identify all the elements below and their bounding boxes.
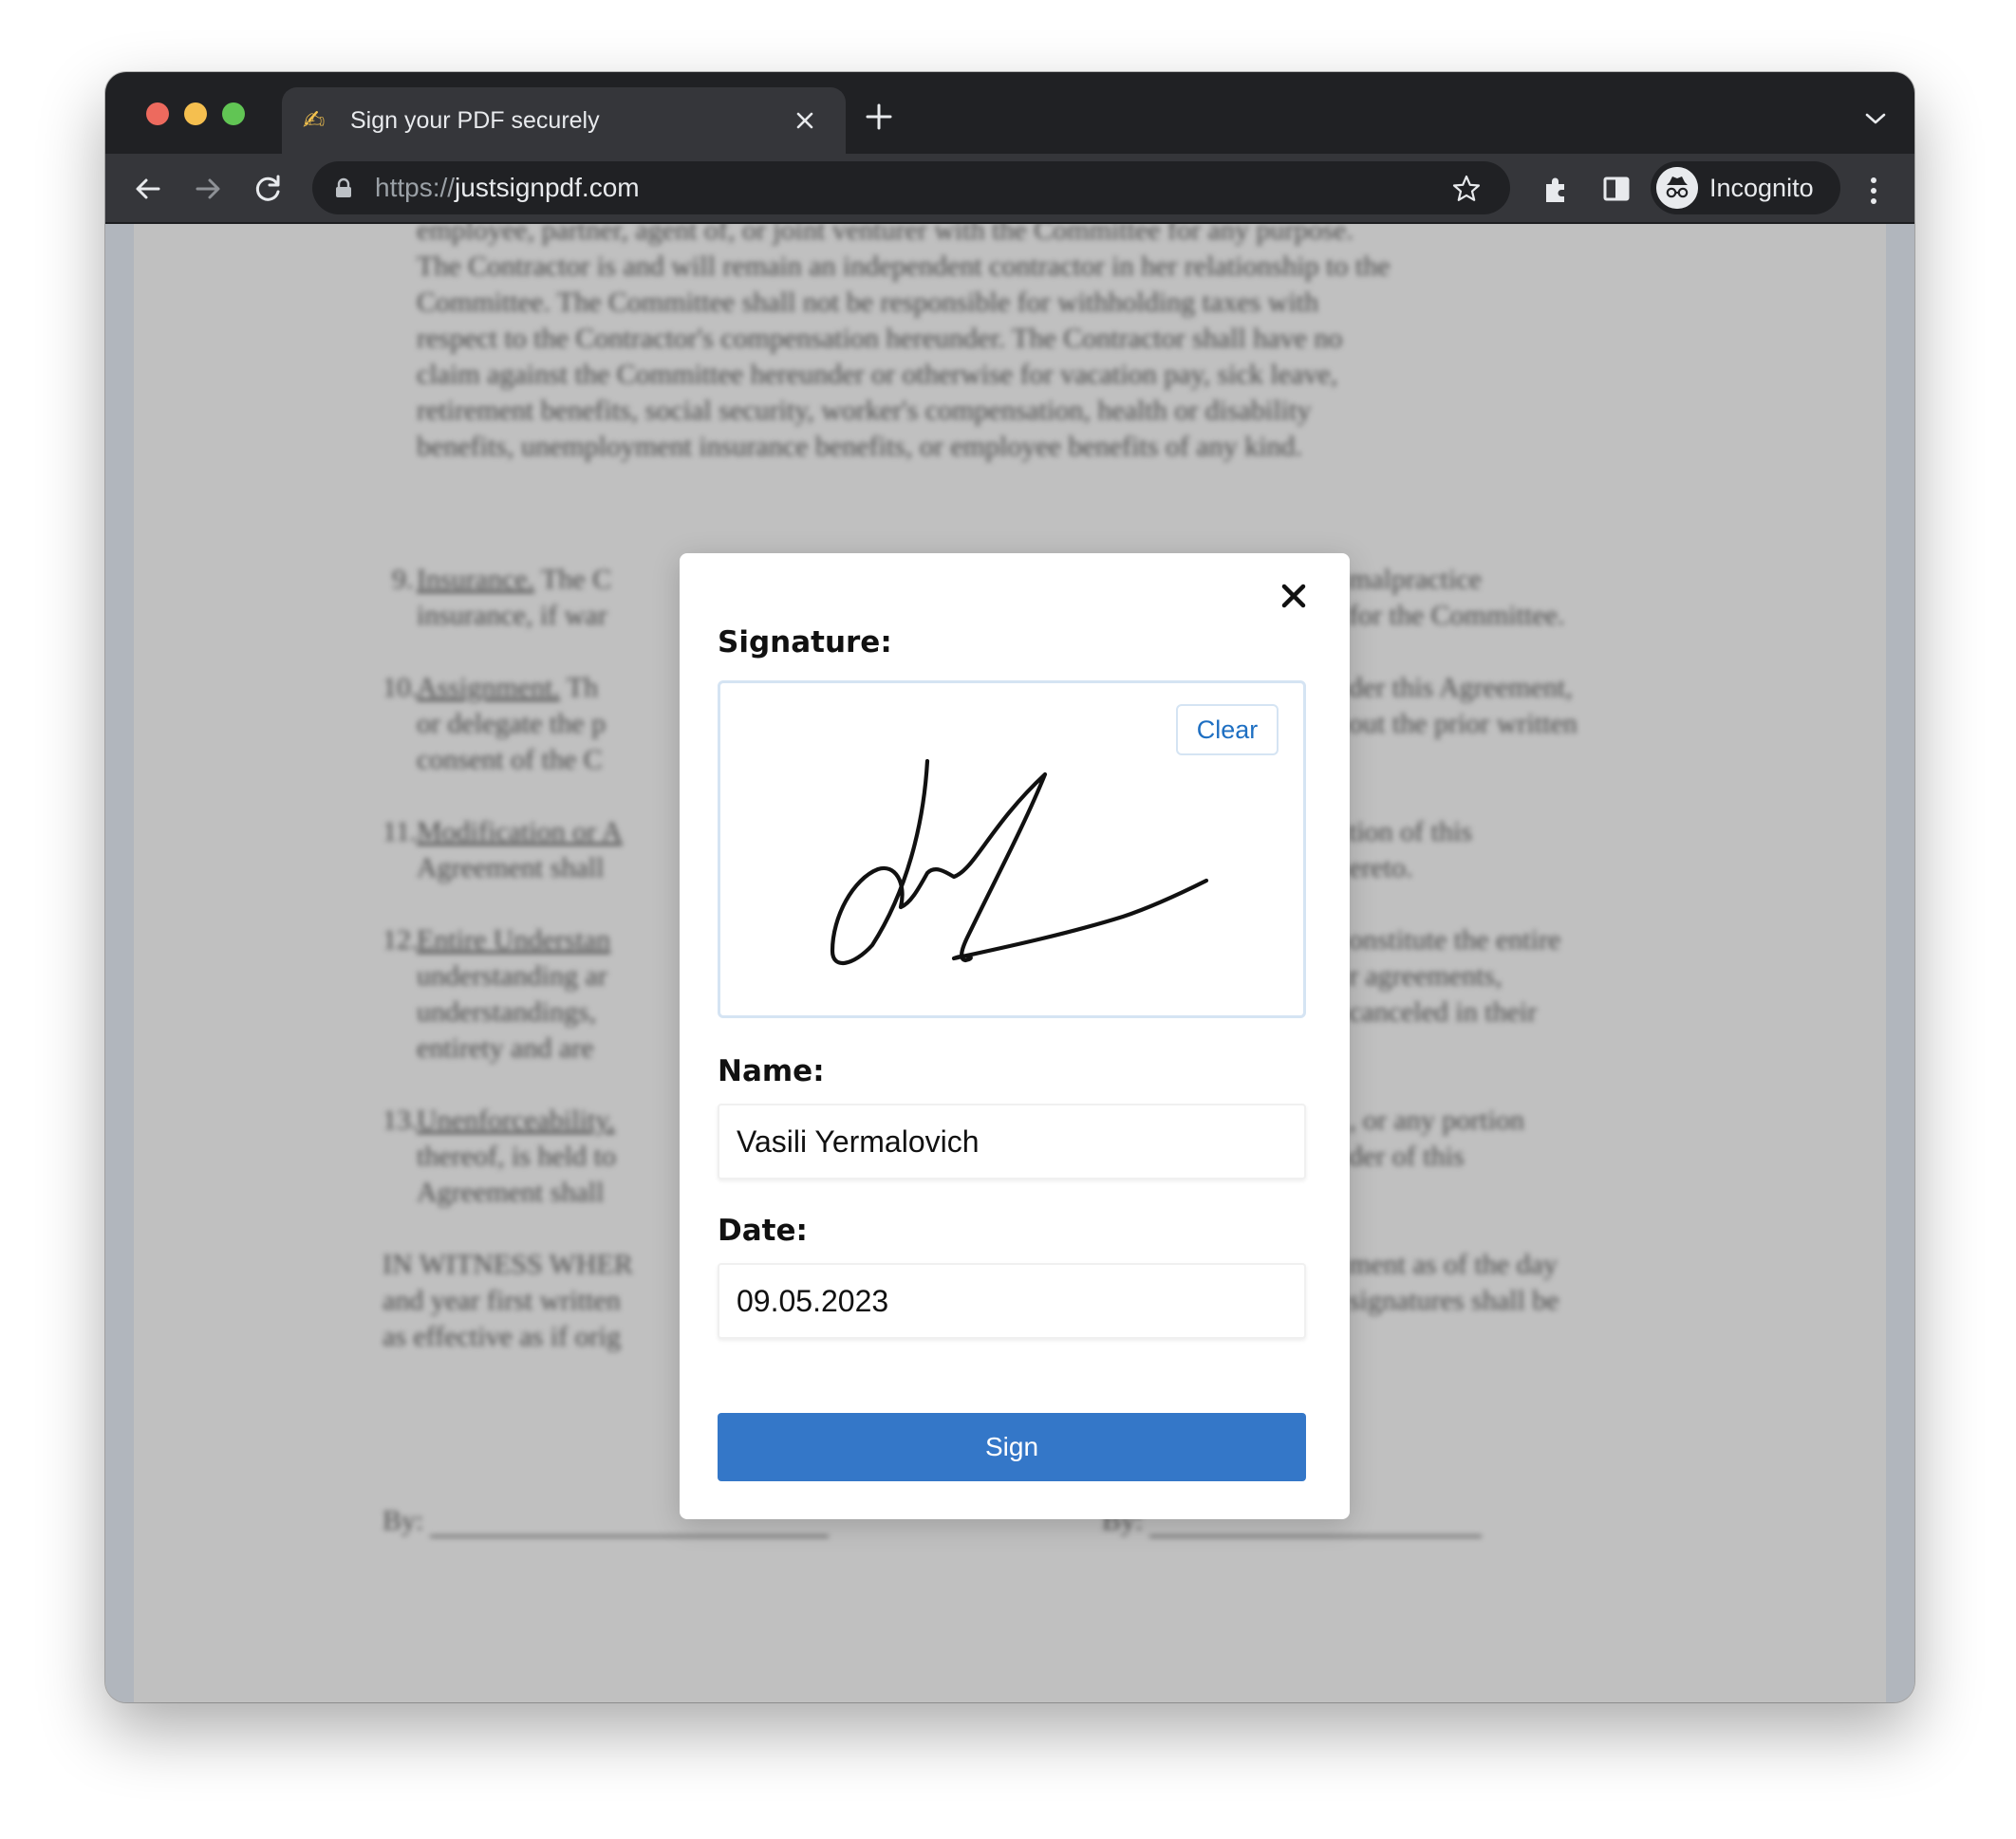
date-label: Date: [718,1214,808,1248]
section-heading-text: Unenforceability. [417,1105,615,1136]
section-heading-text: Assignment. [417,672,560,703]
section-heading: Entire Understan understanding ar unders… [417,922,610,1067]
writing-hand-icon: ✍ [303,104,326,136]
tab-close-icon[interactable] [793,108,817,133]
witness-text-left: IN WITNESS WHER and year first written a… [383,1249,633,1352]
date-input[interactable]: 09.05.2023 [718,1263,1306,1339]
close-icon[interactable] [1279,582,1308,610]
url-host: justsignpdf.com [455,173,640,202]
incognito-label: Incognito [1709,174,1814,202]
incognito-profile-button[interactable]: Incognito [1651,161,1840,214]
signature-line-right [1149,1535,1482,1537]
tab-title: Sign your PDF securely [350,107,600,134]
section-text-right: tion of this ereto. [1349,816,1473,883]
window-minimize-button[interactable] [184,102,207,125]
name-input[interactable]: Vasili Yermalovich [718,1104,1306,1180]
browser-window: ✍ Sign your PDF securely https://justsig… [105,72,1914,1702]
back-arrow-icon[interactable] [132,173,164,205]
new-tab-icon[interactable] [863,101,895,133]
signature-line-left [430,1535,829,1537]
section-text-left: understanding ar understandings, entiret… [417,960,607,1064]
name-label: Name: [718,1054,825,1088]
signature-by-left: By: [383,1505,424,1536]
section-number: 11. [383,816,418,847]
chevron-down-icon[interactable] [1863,110,1888,127]
signature-label: Signature: [718,625,892,659]
right-gutter [1886,224,1914,1702]
section-heading-text: Modification or A [417,816,623,847]
incognito-icon [1656,167,1698,209]
section-number: 12. [383,924,419,956]
browser-toolbar: https://justsignpdf.com Incognito [105,154,1914,224]
section-heading: Modification or A Agreement shall [417,814,623,886]
section-heading: Unenforceability. thereof, is held to Ag… [417,1103,616,1211]
section-heading: Assignment. Th or delegate the p consent… [417,670,606,778]
sign-button[interactable]: Sign [718,1413,1306,1481]
bookmark-star-icon[interactable] [1451,174,1482,204]
section-number: 13. [383,1105,419,1136]
extensions-puzzle-icon[interactable] [1540,173,1573,205]
section-number: 9. [392,564,414,595]
address-bar[interactable]: https://justsignpdf.com [312,161,1510,214]
side-panel-icon[interactable] [1600,173,1633,205]
url-text: https://justsignpdf.com [375,173,640,203]
section-heading-text: Entire Understan [417,924,611,956]
browser-tab[interactable]: ✍ Sign your PDF securely [282,87,846,154]
signature-pad[interactable]: Clear [718,680,1306,1018]
reload-icon[interactable] [252,173,285,205]
clear-signature-button[interactable]: Clear [1176,704,1279,755]
more-menu-icon[interactable] [1869,175,1878,207]
section-text-right: malpractice for the Committee. [1349,564,1565,631]
section-text-right: onstitute the entire r agreements, cance… [1349,924,1561,1028]
signature-dialog: Signature: Clear Name: Vasili Yermalovic… [680,553,1350,1519]
forward-arrow-icon[interactable] [192,173,224,205]
contract-paragraph: employee, partner, agent of, or joint ve… [417,224,1391,462]
url-scheme: https:// [375,173,456,202]
window-zoom-button[interactable] [222,102,245,125]
section-heading-text: Insurance. [417,564,535,595]
section-number: 10. [383,672,419,703]
left-gutter [105,224,134,1702]
section-text-right: der this Agreement, out the prior writte… [1349,672,1577,739]
section-text-left: thereof, is held to Agreement shall [417,1141,616,1208]
witness-text-right: ment as of the day signatures shall be [1349,1249,1559,1316]
section-text-right: , or any portion der of this [1349,1105,1524,1172]
section-text-left: Agreement shall [417,852,605,883]
lock-icon [336,177,351,197]
section-heading: Insurance. The C insurance, if war [417,562,611,634]
window-close-button[interactable] [146,102,169,125]
page-viewport: employee, partner, agent of, or joint ve… [105,224,1914,1702]
tab-strip: ✍ Sign your PDF securely [105,72,1914,154]
